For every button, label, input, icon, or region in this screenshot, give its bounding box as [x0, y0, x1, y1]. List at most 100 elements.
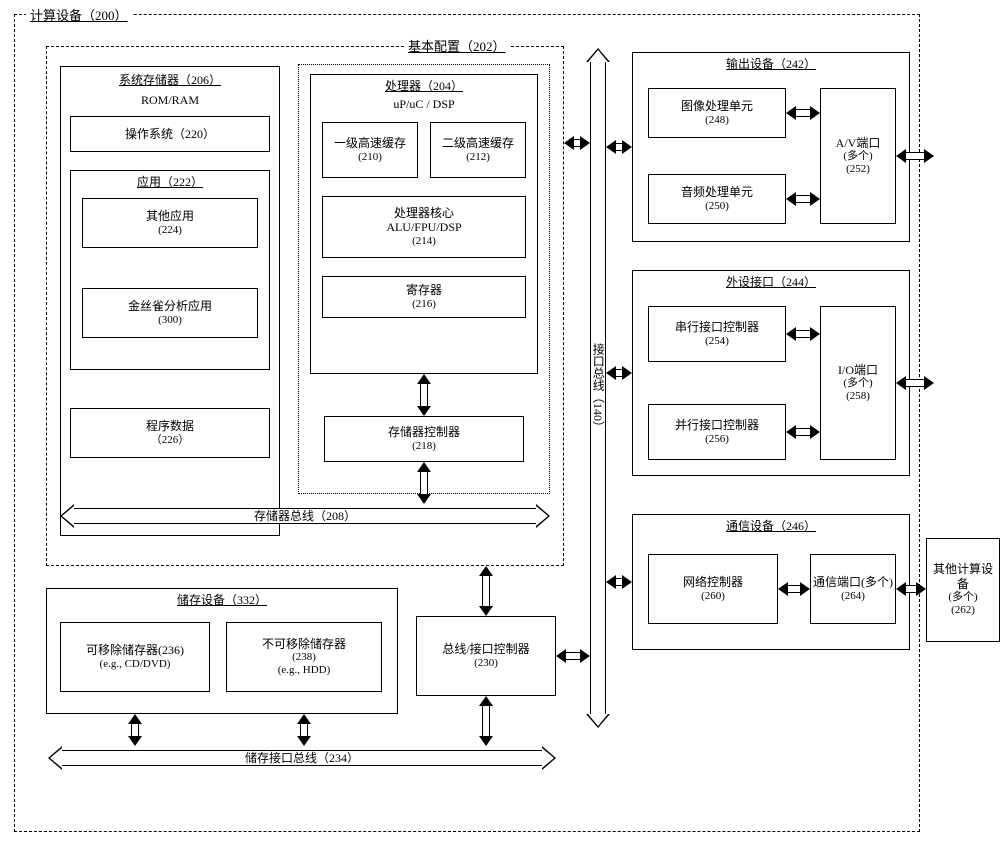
- mem-controller: 存储器控制器 (218): [324, 416, 524, 462]
- progdata-num: （226）: [151, 434, 190, 447]
- l2-cache: 二级高速缓存 (212): [430, 122, 526, 178]
- arrow-proc-memctl: [419, 374, 429, 416]
- canary-app-num: (300): [158, 314, 182, 327]
- memory-bus: 存储器总线（208）: [60, 504, 550, 528]
- l1-label: 一级高速缓存: [334, 136, 406, 150]
- processor-type: uP/uC / DSP: [393, 97, 454, 111]
- other-app: 其他应用 (224): [82, 198, 258, 248]
- proc-core: 处理器核心 ALU/FPU/DSP (214): [322, 196, 526, 258]
- os-label: 操作系统（220）: [125, 127, 215, 141]
- basic-config-title: 基本配置（202）: [404, 39, 510, 55]
- app-title: 应用（222）: [137, 175, 203, 189]
- core-label: 处理器核心: [394, 206, 454, 220]
- arrow-ifbus-comm: [606, 577, 632, 587]
- canary-app-label: 金丝雀分析应用: [128, 299, 212, 313]
- arrow-rem-bus: [130, 714, 140, 746]
- commport-label: 通信端口(多个): [813, 575, 893, 589]
- io-num: (258): [846, 390, 870, 403]
- other-num: (262): [951, 604, 975, 617]
- other-app-label: 其他应用: [146, 209, 194, 223]
- gpu: 图像处理单元 (248): [648, 88, 786, 138]
- par-label: 并行接口控制器: [675, 418, 759, 432]
- l1-num: (210): [358, 151, 382, 164]
- io-label: I/O端口: [838, 363, 878, 377]
- apu: 音频处理单元 (250): [648, 174, 786, 224]
- comm-port: 通信端口(多个) (264): [810, 554, 896, 624]
- membus-label: 存储器总线（208）: [74, 508, 536, 524]
- arrow-basic-busif: [481, 566, 491, 616]
- bus-if-controller: 总线/接口控制器 (230): [416, 616, 556, 696]
- av-port: A/V端口 (多个) (252): [820, 88, 896, 224]
- nrem-sub: (e.g., HDD): [278, 664, 331, 677]
- busif-label: 总线/接口控制器: [442, 642, 529, 656]
- other-devices: 其他计算设备 (多个) (262): [926, 538, 1000, 642]
- l2-label: 二级高速缓存: [442, 136, 514, 150]
- removable-storage: 可移除储存器(236) (e.g., CD/DVD): [60, 622, 210, 692]
- ifbus-label: 接口总线（140）: [590, 62, 606, 714]
- other-sub: (多个): [948, 591, 977, 604]
- io-sub: (多个): [843, 377, 872, 390]
- busif-num: (230): [474, 657, 498, 670]
- sysmem-title: 系统存储器（206）: [119, 73, 221, 87]
- arrow-net-port: [778, 584, 810, 594]
- apu-num: (250): [705, 200, 729, 213]
- apu-label: 音频处理单元: [681, 185, 753, 199]
- av-label: A/V端口: [836, 136, 881, 150]
- gpu-label: 图像处理单元: [681, 99, 753, 113]
- arrow-busif-ifbus: [556, 651, 590, 661]
- output-title: 输出设备（242）: [726, 57, 816, 71]
- parallel-ctrl: 并行接口控制器 (256): [648, 404, 786, 460]
- arrow-par-io: [786, 427, 820, 437]
- serial-ctrl: 串行接口控制器 (254): [648, 306, 786, 362]
- rom-ram-label: ROM/RAM: [141, 93, 199, 107]
- arrow-basic-ifbus: [564, 138, 590, 148]
- rem-sub: (e.g., CD/DVD): [100, 658, 171, 671]
- nonremovable-storage: 不可移除储存器 (238) (e.g., HDD): [226, 622, 382, 692]
- arrow-comm-other: [896, 584, 926, 594]
- reg-label: 寄存器: [406, 283, 442, 297]
- rem-label: 可移除储存器(236): [86, 643, 184, 657]
- prog-data: 程序数据 （226）: [70, 408, 270, 458]
- device-title: 计算设备（200）: [26, 8, 132, 24]
- arrow-ser-io: [786, 329, 820, 339]
- io-port: I/O端口 (多个) (258): [820, 306, 896, 460]
- arrow-apu-av: [786, 194, 820, 204]
- other-label: 其他计算设备: [929, 562, 997, 591]
- nrem-num: (238): [292, 651, 316, 664]
- arrow-busif-storagebus: [481, 696, 491, 746]
- arrow-ifbus-output: [606, 142, 632, 152]
- reg-num: (216): [412, 298, 436, 311]
- arrow-io-out: [896, 378, 934, 388]
- periph-title: 外设接口（244）: [726, 275, 816, 289]
- arrow-av-out: [896, 151, 934, 161]
- comm-title: 通信设备（246）: [726, 519, 816, 533]
- l2-num: (212): [466, 151, 490, 164]
- progdata-label: 程序数据: [146, 419, 194, 433]
- processor-title: 处理器（204）: [385, 79, 463, 93]
- arrow-gpu-av: [786, 108, 820, 118]
- net-num: (260): [701, 590, 725, 603]
- storage-bus: 储存接口总线（234）: [48, 746, 556, 770]
- net-label: 网络控制器: [683, 575, 743, 589]
- storage-title: 储存设备（332）: [177, 593, 267, 607]
- core-type: ALU/FPU/DSP: [386, 220, 461, 234]
- commport-num: (264): [841, 590, 865, 603]
- other-app-num: (224): [158, 224, 182, 237]
- ser-num: (254): [705, 335, 729, 348]
- nrem-label: 不可移除储存器: [262, 637, 346, 651]
- l1-cache: 一级高速缓存 (210): [322, 122, 418, 178]
- os-box: 操作系统（220）: [70, 116, 270, 152]
- arrow-memctl-membus: [419, 462, 429, 504]
- canary-app: 金丝雀分析应用 (300): [82, 288, 258, 338]
- av-num: (252): [846, 163, 870, 176]
- storage-bus-label: 储存接口总线（234）: [62, 750, 542, 766]
- ser-label: 串行接口控制器: [675, 320, 759, 334]
- core-num: (214): [412, 235, 436, 248]
- memctl-label: 存储器控制器: [388, 425, 460, 439]
- gpu-num: (248): [705, 114, 729, 127]
- av-sub: (多个): [843, 150, 872, 163]
- register: 寄存器 (216): [322, 276, 526, 318]
- arrow-nrem-bus: [299, 714, 309, 746]
- par-num: (256): [705, 433, 729, 446]
- net-ctrl: 网络控制器 (260): [648, 554, 778, 624]
